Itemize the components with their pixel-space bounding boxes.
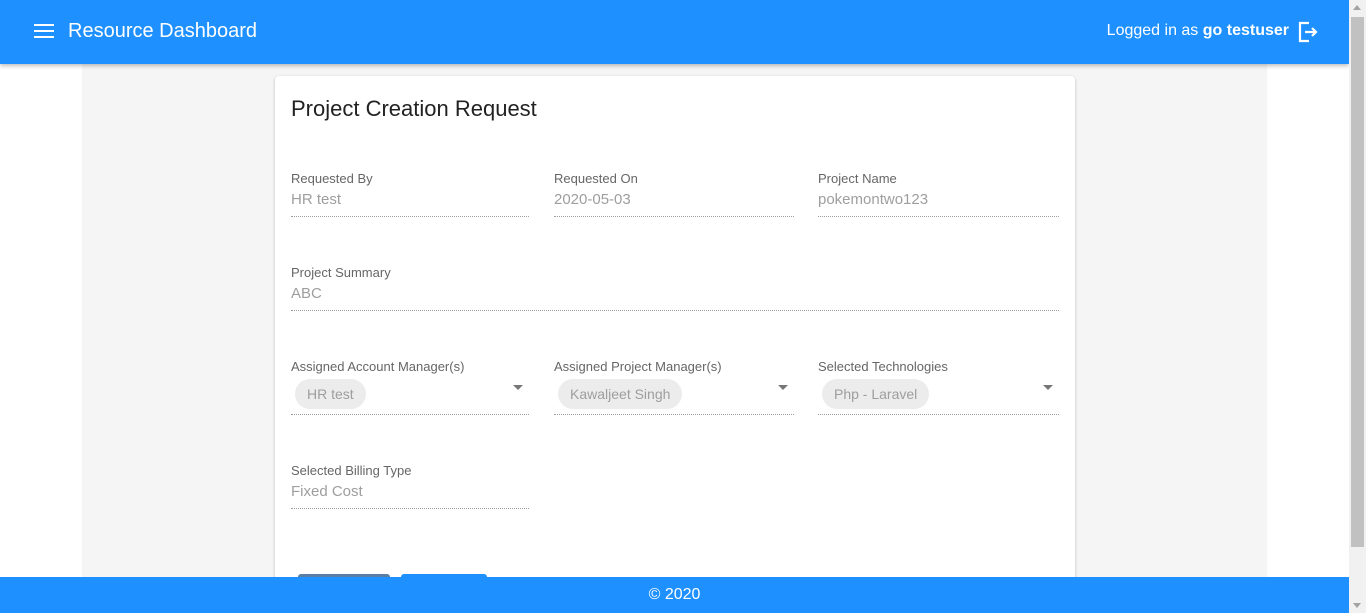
login-status: Logged in as go testuser (1107, 22, 1289, 40)
field-underline (291, 310, 1059, 311)
logout-icon[interactable] (1297, 20, 1319, 44)
technologies-select[interactable]: Selected Technologies Php - Laravel (818, 359, 1059, 415)
field-underline (291, 216, 529, 217)
requested-by-label: Requested By (291, 171, 373, 186)
chevron-down-icon[interactable] (778, 385, 788, 390)
project-name-field[interactable]: Project Name pokemontwo123 (818, 171, 1059, 217)
requested-on-value: 2020-05-03 (554, 191, 631, 208)
menu-icon[interactable] (34, 24, 54, 40)
field-underline (818, 414, 1059, 415)
chevron-down-icon[interactable] (1043, 385, 1053, 390)
project-summary-label: Project Summary (291, 265, 391, 280)
footer: © 2020 (0, 577, 1349, 613)
account-manager-label: Assigned Account Manager(s) (291, 359, 465, 374)
requested-on-label: Requested On (554, 171, 638, 186)
billing-type-label: Selected Billing Type (291, 463, 412, 478)
project-name-value: pokemontwo123 (818, 191, 929, 208)
vertical-scrollbar[interactable] (1349, 0, 1366, 613)
username: go testuser (1202, 22, 1289, 39)
copyright-text: © 2020 (648, 586, 701, 603)
field-underline (818, 216, 1059, 217)
requested-by-value: HR test (291, 191, 342, 208)
project-name-label: Project Name (818, 171, 897, 186)
project-request-card: Project Creation Request Requested By HR… (275, 76, 1075, 613)
scroll-thumb[interactable] (1351, 17, 1364, 547)
scroll-up-icon[interactable] (1353, 5, 1361, 10)
field-underline (291, 414, 529, 415)
app-title: Resource Dashboard (68, 20, 257, 42)
requested-by-field[interactable]: Requested By HR test (291, 171, 529, 217)
project-manager-label: Assigned Project Manager(s) (554, 359, 722, 374)
chevron-down-icon[interactable] (513, 385, 523, 390)
field-underline (291, 508, 529, 509)
technology-chip: Php - Laravel (822, 379, 930, 409)
technologies-label: Selected Technologies (818, 359, 948, 374)
billing-type-value: Fixed Cost (291, 483, 363, 500)
account-manager-select[interactable]: Assigned Account Manager(s) HR test (291, 359, 529, 415)
field-underline (554, 216, 794, 217)
field-underline (554, 414, 794, 415)
billing-type-field[interactable]: Selected Billing Type Fixed Cost (291, 463, 529, 509)
project-manager-chip: Kawaljeet Singh (558, 379, 683, 409)
account-manager-chip: HR test (295, 379, 366, 409)
form-title: Project Creation Request (291, 96, 537, 121)
project-summary-field[interactable]: Project Summary ABC (291, 265, 1059, 311)
scroll-down-icon[interactable] (1353, 603, 1361, 608)
requested-on-field[interactable]: Requested On 2020-05-03 (554, 171, 794, 217)
project-manager-select[interactable]: Assigned Project Manager(s) Kawaljeet Si… (554, 359, 794, 415)
project-summary-value: ABC (291, 285, 322, 302)
login-prefix: Logged in as (1106, 22, 1203, 39)
app-bar: Resource Dashboard Logged in as go testu… (0, 0, 1349, 64)
